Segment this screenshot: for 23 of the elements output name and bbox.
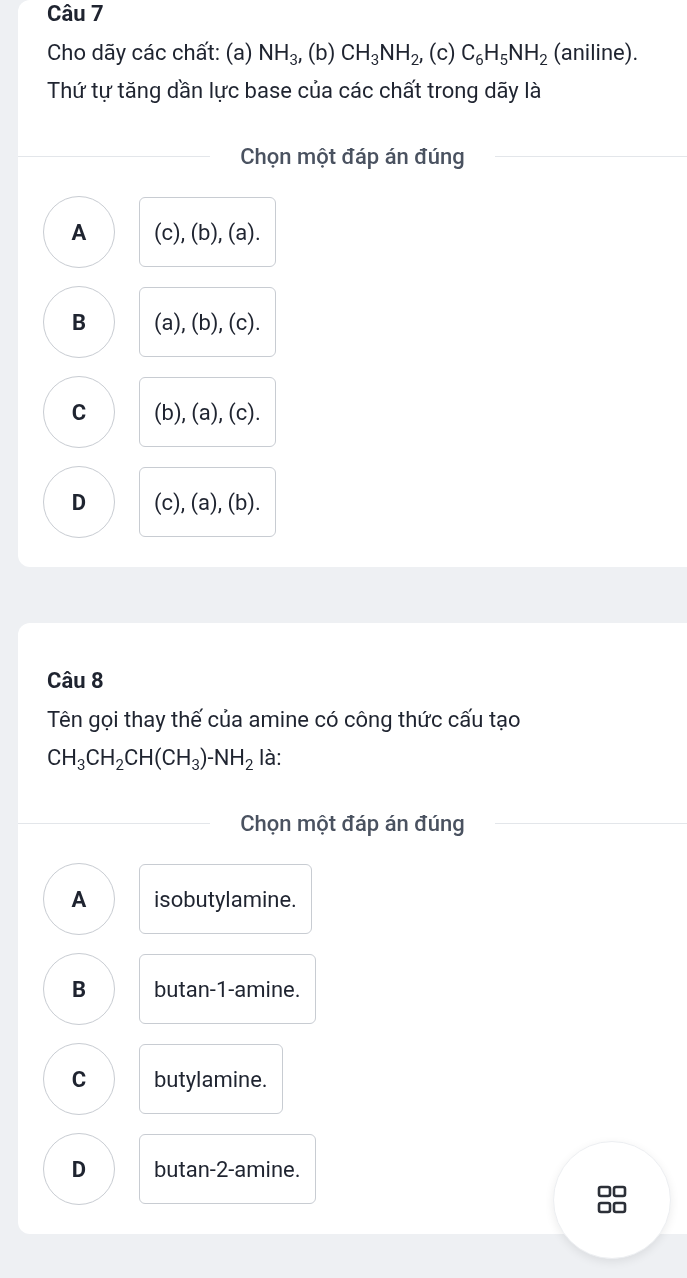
answer-option[interactable]: (b), (a), (c). (139, 377, 276, 447)
question-text: Cho dãy các chất: (a) NH$_{3}$, (b) CH$_{3}$NH$_{2}$, (c) C$_{6}$H$_{5}$NH$_{2}$ (aniline). Thứ tự tăng dần lực base của các chất trong dãy là (47, 39, 640, 105)
answer-prompt: Chọn một đáp án đúng (240, 144, 465, 169)
option-letter-button[interactable]: D (43, 1133, 115, 1205)
answer-option[interactable]: isobutylamine. (139, 864, 312, 934)
question-title: Câu 8 (47, 667, 105, 695)
question-text: Tên gọi thay thế của amine có công thức cấu tạo CH$_{3}$CH$_{2}$CH(CH$_{3}$)-NH$_{2}$ là: (47, 706, 522, 777)
option-letter-button[interactable]: A (43, 196, 115, 268)
option-letter-button[interactable]: D (43, 466, 115, 538)
option-letter-button[interactable]: C (43, 1043, 115, 1115)
grid-icon (596, 1184, 628, 1216)
option-letter-button[interactable]: A (43, 863, 115, 935)
question-title: Câu 7 (47, 0, 105, 28)
answer-prompt: Chọn một đáp án đúng (240, 811, 465, 836)
answer-option[interactable]: butan-1-amine. (139, 954, 316, 1024)
option-letter-button[interactable]: C (43, 376, 115, 448)
answer-option[interactable]: (a), (b), (c). (139, 287, 276, 357)
answer-option[interactable]: (c), (a), (b). (139, 467, 276, 537)
answer-option[interactable]: butan-2-amine. (139, 1134, 316, 1204)
option-letter-button[interactable]: B (43, 286, 115, 358)
answer-option[interactable]: butylamine. (139, 1044, 283, 1114)
answer-option[interactable]: (c), (b), (a). (139, 197, 276, 267)
option-letter-button[interactable]: B (43, 953, 115, 1025)
